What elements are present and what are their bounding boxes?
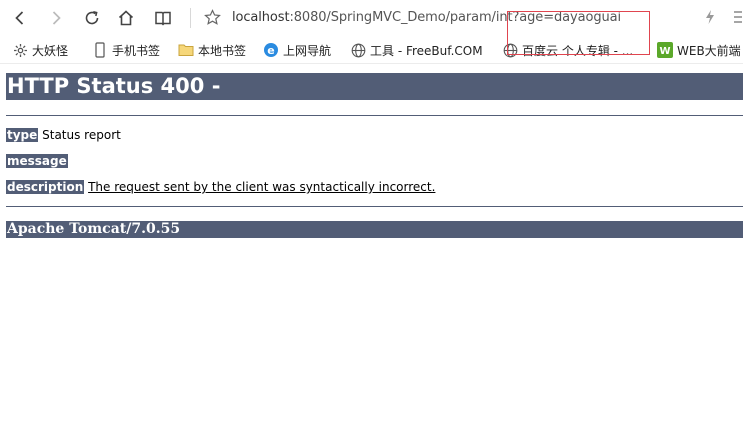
bookmarks-bar: 大妖怪 手机书签 本地书签 e 上网导航 工具 - FreeBuf.COM 百度… <box>0 37 743 64</box>
menu-icon[interactable] <box>733 9 743 25</box>
gear-icon <box>12 42 28 58</box>
description-row: description The request sent by the clie… <box>6 180 435 195</box>
bookmark-label: 百度云 个人专辑 - ... <box>522 43 634 58</box>
url-text[interactable]: localhost:8080/SpringMVC_Demo/param/int?… <box>232 10 621 25</box>
message-label: message <box>6 154 68 168</box>
bookmark-item[interactable]: 手机书签 <box>92 41 160 59</box>
message-row: message <box>6 154 68 169</box>
browser-toolbar: localhost:8080/SpringMVC_Demo/param/int?… <box>0 0 743 36</box>
lightning-icon[interactable] <box>704 9 716 25</box>
address-bar[interactable]: localhost:8080/SpringMVC_Demo/param/int?… <box>200 4 700 32</box>
bookmark-label: 大妖怪 <box>32 43 69 58</box>
divider <box>6 115 743 116</box>
book-icon <box>155 11 171 26</box>
phone-icon <box>92 42 108 58</box>
home-button[interactable] <box>114 6 138 30</box>
bookmark-item[interactable]: W WEB大前端 <box>657 41 741 59</box>
svg-text:e: e <box>267 44 274 57</box>
type-row: type Status report <box>6 128 121 143</box>
page-title: HTTP Status 400 - <box>6 73 743 100</box>
reload-icon <box>85 11 99 25</box>
url-host: localhost <box>232 10 290 25</box>
web-icon: W <box>657 42 673 58</box>
url-path: :8080/SpringMVC_Demo/param/int?age=dayao… <box>289 10 621 25</box>
bookmark-item[interactable]: 本地书签 <box>178 41 246 59</box>
description-label: description <box>6 180 85 194</box>
back-arrow-icon <box>15 11 24 25</box>
reload-button[interactable] <box>80 6 104 30</box>
forward-button[interactable] <box>44 6 68 30</box>
bookmark-item[interactable]: e 上网导航 <box>263 41 331 59</box>
type-value: Status report <box>42 128 121 142</box>
reader-button[interactable] <box>151 6 175 30</box>
globe-icon <box>350 42 366 58</box>
globe-icon <box>502 42 518 58</box>
bookmark-label: 上网导航 <box>283 43 332 58</box>
home-icon <box>118 10 134 26</box>
server-footer: Apache Tomcat/7.0.55 <box>6 221 743 238</box>
bookmark-label: 手机书签 <box>112 43 161 58</box>
type-label: type <box>6 128 39 142</box>
star-icon[interactable] <box>204 9 221 26</box>
bookmark-label: 工具 - FreeBuf.COM <box>370 43 483 58</box>
bookmark-item[interactable]: 大妖怪 <box>12 41 68 59</box>
back-button[interactable] <box>8 6 32 30</box>
bookmark-item[interactable]: 工具 - FreeBuf.COM <box>350 41 483 59</box>
forward-arrow-icon <box>52 11 61 25</box>
description-value: The request sent by the client was synta… <box>88 180 436 194</box>
toolbar-separator <box>190 8 191 28</box>
svg-text:W: W <box>659 46 670 57</box>
bookmark-item[interactable]: 百度云 个人专辑 - ... <box>502 41 633 59</box>
ie-icon: e <box>263 42 279 58</box>
bookmark-label: WEB大前端 <box>677 43 741 58</box>
divider <box>6 206 743 207</box>
folder-icon <box>178 42 194 58</box>
bookmark-label: 本地书签 <box>198 43 247 58</box>
